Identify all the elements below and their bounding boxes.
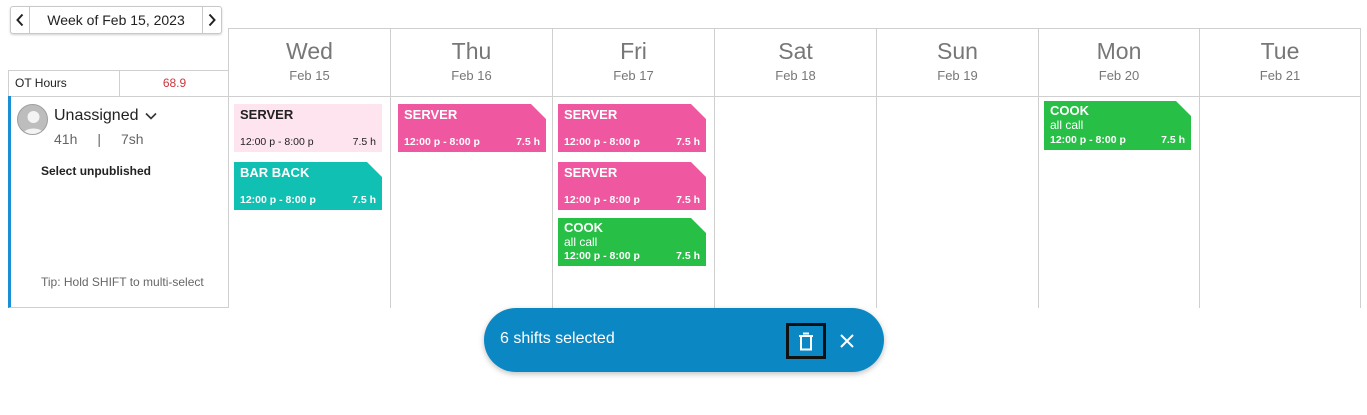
employee-stats: 41h | 7sh: [54, 131, 144, 147]
shift-role: SERVER: [240, 107, 294, 122]
shift-time: 12:00 p - 8:00 p: [564, 194, 640, 206]
day-name: Tue: [1260, 38, 1300, 64]
shift-role: SERVER: [564, 165, 618, 180]
shift-time: 12:00 p - 8:00 p: [1050, 134, 1126, 146]
employee-name-dropdown[interactable]: Unassigned: [54, 107, 157, 125]
shift-time: 12:00 p - 8:00 p: [564, 136, 640, 148]
selected-corner-marker: [691, 218, 706, 233]
selected-corner-marker: [691, 104, 706, 119]
shift-duration: 7.5 h: [676, 194, 700, 206]
day-column-sun[interactable]: Sun Feb 19: [876, 29, 1038, 308]
selected-corner-marker: [691, 162, 706, 177]
clear-selection-button[interactable]: [836, 330, 858, 352]
chevron-left-icon: [16, 13, 24, 27]
shift-duration: 7.5 h: [1161, 134, 1185, 146]
day-column-thu[interactable]: Thu Feb 16: [390, 29, 552, 308]
shift-card-thu-server[interactable]: SERVER 12:00 p - 8:00 p 7.5 h: [398, 104, 546, 152]
select-unpublished-link[interactable]: Select unpublished: [41, 164, 151, 178]
day-column-sat[interactable]: Sat Feb 18: [714, 29, 876, 308]
shift-note: all call: [564, 235, 598, 249]
employee-row-unassigned: Unassigned 41h | 7sh Select unpublished …: [8, 96, 229, 308]
shift-card-fri-cook[interactable]: COOK all call 12:00 p - 8:00 p 7.5 h: [558, 218, 706, 266]
day-date: Feb 20: [1098, 68, 1140, 83]
day-date: Feb 19: [937, 68, 978, 83]
shift-card-fri-server[interactable]: SERVER 12:00 p - 8:00 p 7.5 h: [558, 104, 706, 152]
day-date: Feb 21: [1259, 68, 1301, 83]
chevron-down-icon: [144, 112, 157, 120]
selected-corner-marker: [1176, 101, 1191, 116]
shift-duration: 7.5 h: [516, 136, 540, 148]
day-name: Wed: [286, 38, 333, 64]
shift-time: 12:00 p - 8:00 p: [240, 194, 316, 206]
shift-duration: 7.5 h: [352, 136, 376, 148]
shift-time: 12:00 p - 8:00 p: [240, 136, 314, 148]
chevron-right-icon: [208, 13, 216, 27]
ot-hours-label: OT Hours: [9, 71, 120, 96]
day-header: Sun Feb 19: [877, 29, 1038, 97]
employee-name: Unassigned: [54, 107, 139, 124]
day-name: Thu: [451, 38, 492, 64]
shift-role: BAR BACK: [240, 165, 310, 180]
shift-card-fri-server-2[interactable]: SERVER 12:00 p - 8:00 p 7.5 h: [558, 162, 706, 210]
shift-card-mon-cook[interactable]: COOK all call 12:00 p - 8:00 p 7.5 h: [1044, 101, 1191, 150]
shift-card-wed-server[interactable]: SERVER 12:00 p - 8:00 p 7.5 h: [234, 104, 382, 152]
selection-action-bar: 6 shifts selected: [484, 308, 884, 372]
day-name: Fri: [620, 38, 647, 64]
week-label[interactable]: Week of Feb 15, 2023: [30, 7, 202, 33]
day-header: Thu Feb 16: [391, 29, 552, 97]
avatar: [17, 104, 48, 135]
shift-role: COOK: [564, 220, 603, 235]
selected-count-label: 6 shifts selected: [500, 330, 615, 347]
next-week-button[interactable]: [202, 7, 221, 33]
day-header: Tue Feb 21: [1200, 29, 1360, 97]
ot-hours-value: 68.9: [162, 76, 187, 90]
trash-icon: [799, 332, 813, 350]
day-column-mon[interactable]: Mon Feb 20: [1038, 29, 1199, 308]
employee-hours: 41h: [54, 131, 78, 147]
stats-separator: |: [97, 131, 101, 147]
day-date: Feb 16: [451, 68, 492, 83]
shift-note: all call: [1050, 118, 1084, 132]
shift-time: 12:00 p - 8:00 p: [404, 136, 480, 148]
shift-duration: 7.5 h: [352, 194, 376, 206]
day-name: Sat: [778, 38, 813, 64]
day-header: Mon Feb 20: [1039, 29, 1199, 97]
day-date: Feb 15: [289, 68, 330, 83]
day-name: Mon: [1096, 38, 1142, 64]
shift-duration: 7.5 h: [676, 250, 700, 262]
multi-select-tip: Tip: Hold SHIFT to multi-select: [41, 275, 204, 289]
week-navigator: Week of Feb 15, 2023: [10, 6, 222, 34]
day-date: Feb 18: [775, 68, 816, 83]
selected-corner-marker: [531, 104, 546, 119]
day-header: Wed Feb 15: [229, 29, 390, 97]
shift-role: SERVER: [404, 107, 458, 122]
day-header: Fri Feb 17: [553, 29, 714, 97]
close-icon: [840, 334, 854, 348]
shift-card-wed-barback[interactable]: BAR BACK 12:00 p - 8:00 p 7.5 h: [234, 162, 382, 210]
selected-corner-marker: [367, 162, 382, 177]
day-date: Feb 17: [613, 68, 654, 83]
shift-role: SERVER: [564, 107, 618, 122]
day-name: Sun: [937, 38, 978, 64]
prev-week-button[interactable]: [11, 7, 30, 33]
shift-role: COOK: [1050, 103, 1089, 118]
schedule-grid: Wed Feb 15 Thu Feb 16 Fri Feb 17 Sat Feb…: [228, 28, 1361, 308]
user-avatar-icon: [22, 111, 45, 134]
day-column-tue[interactable]: Tue Feb 21: [1199, 29, 1360, 308]
employee-shift-hours: 7sh: [121, 131, 144, 147]
ot-hours-row: OT Hours 68.9: [8, 70, 229, 97]
day-header: Sat Feb 18: [715, 29, 876, 97]
shift-time: 12:00 p - 8:00 p: [564, 250, 640, 262]
shift-duration: 7.5 h: [676, 136, 700, 148]
delete-shifts-button[interactable]: [786, 323, 826, 359]
